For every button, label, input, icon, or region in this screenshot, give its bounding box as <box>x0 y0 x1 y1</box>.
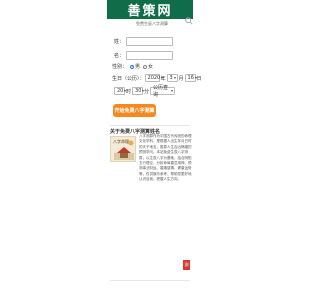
day-value: 16 <box>187 75 194 81</box>
gender-row: 性别： 男 女 <box>112 63 153 70</box>
calendar-select[interactable]: 公历查询 <box>150 85 176 98</box>
chevron-down-icon <box>173 77 176 79</box>
surname-row: 姓： <box>114 37 174 46</box>
time-row: 20 时 30 分 公历查询 <box>114 85 176 98</box>
minute-unit: 分 <box>144 88 150 95</box>
about-description: 八字测算作为中国古代传统的命理文化学科，是根据人出生年月日时的天干地支，推算人生… <box>139 134 192 182</box>
gender-female-label[interactable]: 女 <box>148 63 153 70</box>
calendar-value: 公历查询 <box>153 85 169 98</box>
surname-label: 姓： <box>114 39 125 45</box>
hour-select[interactable]: 20 <box>114 87 127 95</box>
gender-label: 性别： <box>112 64 128 70</box>
thumbnail-caption: 八字命理 <box>113 139 129 144</box>
surname-input[interactable] <box>126 37 174 46</box>
page-subtitle: 免费生辰八字测算 <box>136 21 168 26</box>
submit-button[interactable]: 开始免费八字测算 <box>113 104 156 117</box>
birthday-label: 生日（公历）： <box>112 75 145 82</box>
year-value: 2020 <box>147 75 161 81</box>
name-input[interactable] <box>126 51 174 60</box>
name-row: 名： <box>114 51 174 60</box>
section-divider <box>110 125 190 126</box>
search-icon[interactable] <box>185 17 193 25</box>
hour-unit: 时 <box>126 88 132 95</box>
month-unit: 月 <box>178 75 184 82</box>
gender-male-radio[interactable] <box>130 64 135 69</box>
float-badge[interactable]: 测 <box>183 260 190 270</box>
minute-value: 30 <box>135 88 142 94</box>
birthday-row: 生日（公历）： 2020 年 3 月 16 日 <box>112 74 202 82</box>
gender-female-radio[interactable] <box>143 64 148 69</box>
site-logo[interactable]: 善策网 <box>127 0 172 19</box>
day-unit: 日 <box>196 75 202 82</box>
site-header: 善策网 <box>107 0 193 19</box>
month-value: 3 <box>169 75 173 81</box>
hour-value: 20 <box>117 88 124 94</box>
footer-divider <box>110 280 190 281</box>
month-select[interactable]: 3 <box>166 74 178 82</box>
about-thumbnail: 八字命理 <box>110 136 136 162</box>
gender-male-label[interactable]: 男 <box>135 63 140 70</box>
day-select[interactable]: 16 <box>184 74 197 82</box>
chevron-down-icon <box>171 90 174 92</box>
year-select[interactable]: 2020 <box>144 74 164 82</box>
minute-select[interactable]: 30 <box>132 87 145 95</box>
year-unit: 年 <box>160 75 166 82</box>
name-label: 名： <box>114 53 125 59</box>
